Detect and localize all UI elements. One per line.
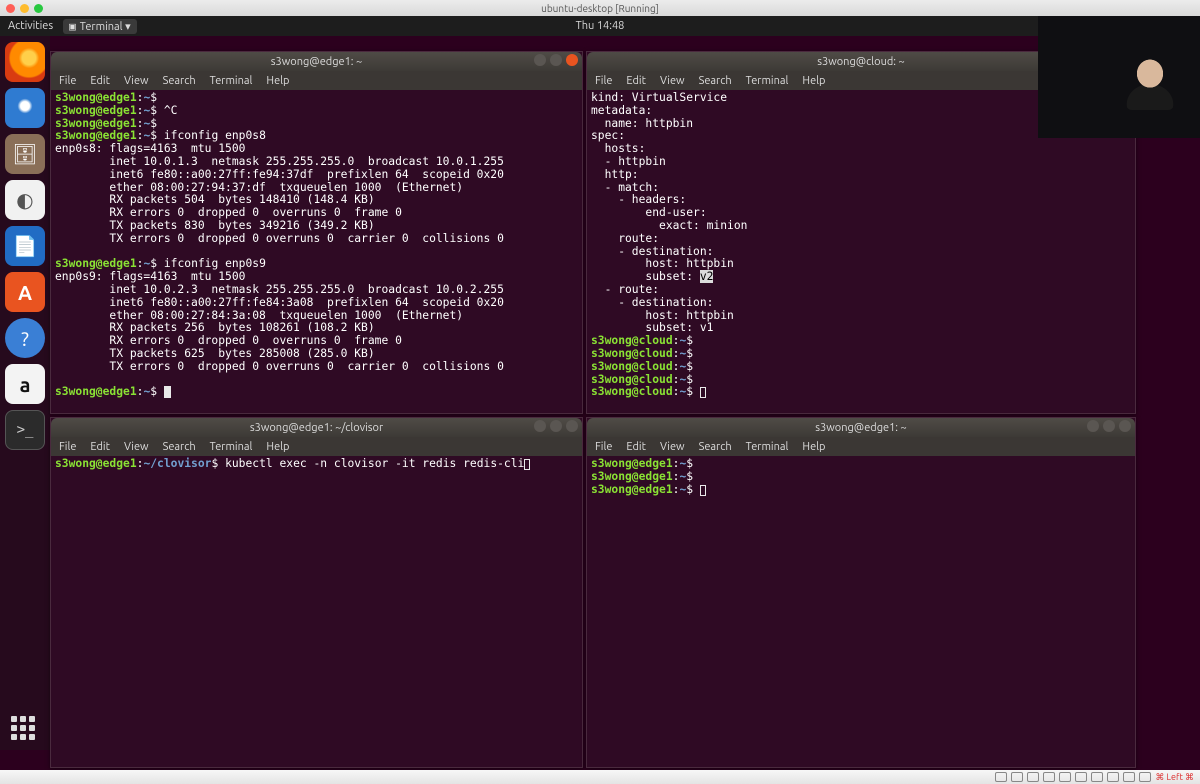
maximize-icon[interactable]: [550, 420, 562, 432]
menu-view[interactable]: View: [124, 75, 149, 87]
vbox-network-icon[interactable]: [1043, 772, 1055, 782]
terminal-body[interactable]: kind: VirtualService metadata: name: htt…: [587, 90, 1135, 413]
menu-file[interactable]: File: [595, 75, 612, 87]
help-icon[interactable]: ?: [5, 318, 45, 358]
terminal-menubar: File Edit View Search Terminal Help: [587, 437, 1135, 456]
menu-search[interactable]: Search: [699, 441, 732, 453]
menu-search[interactable]: Search: [163, 441, 196, 453]
menu-search[interactable]: Search: [699, 75, 732, 87]
window-title: s3wong@edge1: ~/clovisor: [250, 422, 383, 434]
maximize-icon[interactable]: [1103, 420, 1115, 432]
vbox-display-icon[interactable]: [1091, 772, 1103, 782]
presenter-webcam: [1038, 16, 1200, 138]
window-titlebar[interactable]: s3wong@edge1: ~: [51, 52, 582, 71]
minimize-icon[interactable]: [534, 420, 546, 432]
minimize-icon[interactable]: [534, 54, 546, 66]
close-icon[interactable]: [566, 420, 578, 432]
maximize-icon[interactable]: [550, 54, 562, 66]
vbox-hdd-icon[interactable]: [995, 772, 1007, 782]
terminal-window-edge1[interactable]: s3wong@edge1: ~ File Edit View Search Te…: [50, 51, 583, 414]
menu-edit[interactable]: Edit: [90, 441, 110, 453]
menu-terminal[interactable]: Terminal: [210, 441, 253, 453]
close-icon[interactable]: [1119, 420, 1131, 432]
apps-grid-icon: [11, 716, 39, 744]
terminal-window-edge1-b[interactable]: s3wong@edge1: ~ File Edit View Search Te…: [586, 417, 1136, 768]
menu-terminal[interactable]: Terminal: [210, 75, 253, 87]
clock[interactable]: Thu 14:48: [0, 20, 1200, 32]
menu-edit[interactable]: Edit: [626, 441, 646, 453]
menu-search[interactable]: Search: [163, 75, 196, 87]
rhythmbox-icon[interactable]: ◐: [5, 180, 45, 220]
menu-help[interactable]: Help: [802, 75, 825, 87]
window-titlebar[interactable]: s3wong@edge1: ~: [587, 418, 1135, 437]
menu-file[interactable]: File: [59, 441, 76, 453]
menu-terminal[interactable]: Terminal: [746, 441, 789, 453]
menu-help[interactable]: Help: [266, 75, 289, 87]
vbox-cpu-icon[interactable]: [1123, 772, 1135, 782]
close-icon[interactable]: [566, 54, 578, 66]
virtualbox-status-bar: ⌘ Left ⌘: [0, 770, 1200, 784]
libreoffice-writer-icon[interactable]: 📄: [5, 226, 45, 266]
vbox-mouse-icon[interactable]: [1139, 772, 1151, 782]
vbox-shared-folder-icon[interactable]: [1075, 772, 1087, 782]
menu-view[interactable]: View: [660, 441, 685, 453]
ubuntu-software-icon[interactable]: [5, 272, 45, 312]
terminal-icon: ▣: [69, 20, 76, 33]
terminal-icon[interactable]: >_: [5, 410, 45, 450]
vbox-recording-icon[interactable]: [1107, 772, 1119, 782]
menu-file[interactable]: File: [595, 441, 612, 453]
vbox-audio-icon[interactable]: [1027, 772, 1039, 782]
menu-help[interactable]: Help: [266, 441, 289, 453]
files-icon[interactable]: 🗄: [5, 134, 45, 174]
menu-help[interactable]: Help: [802, 441, 825, 453]
menu-edit[interactable]: Edit: [626, 75, 646, 87]
vbox-hostkey-indicator: ⌘ Left ⌘: [1155, 772, 1194, 783]
show-applications-button[interactable]: [0, 716, 50, 744]
app-menu-label: Terminal ▾: [80, 20, 131, 33]
menu-edit[interactable]: Edit: [90, 75, 110, 87]
thunderbird-icon[interactable]: [5, 88, 45, 128]
launcher-dock: 🗄 ◐ 📄 ? a >_: [0, 36, 50, 750]
vbox-usb-icon[interactable]: [1059, 772, 1071, 782]
minimize-icon[interactable]: [1087, 420, 1099, 432]
activities-button[interactable]: Activities: [8, 20, 53, 32]
window-title: s3wong@edge1: ~: [271, 56, 362, 68]
host-titlebar: ubuntu-desktop [Running]: [0, 0, 1200, 16]
guest-desktop: Activities ▣ Terminal ▾ Thu 14:48 🗄 ◐ 📄 …: [0, 16, 1200, 770]
terminal-body[interactable]: s3wong@edge1:~$ s3wong@edge1:~$ s3wong@e…: [587, 456, 1135, 767]
window-title: s3wong@edge1: ~: [815, 422, 906, 434]
terminal-window-clovisor[interactable]: s3wong@edge1: ~/clovisor File Edit View …: [50, 417, 583, 768]
vbox-optical-icon[interactable]: [1011, 772, 1023, 782]
amazon-icon[interactable]: a: [5, 364, 45, 404]
app-menu[interactable]: ▣ Terminal ▾: [63, 19, 136, 34]
menu-view[interactable]: View: [124, 441, 149, 453]
terminal-body[interactable]: s3wong@edge1:~$ s3wong@edge1:~$ ^C s3won…: [51, 90, 582, 413]
firefox-icon[interactable]: [5, 42, 45, 82]
terminal-body[interactable]: s3wong@edge1:~/clovisor$ kubectl exec -n…: [51, 456, 582, 767]
gnome-top-bar: Activities ▣ Terminal ▾ Thu 14:48: [0, 16, 1200, 36]
menu-file[interactable]: File: [59, 75, 76, 87]
terminal-menubar: File Edit View Search Terminal Help: [51, 437, 582, 456]
window-title: s3wong@cloud: ~: [817, 56, 905, 68]
menu-view[interactable]: View: [660, 75, 685, 87]
terminal-menubar: File Edit View Search Terminal Help: [51, 71, 582, 90]
host-window-title: ubuntu-desktop [Running]: [0, 3, 1200, 14]
workarea: s3wong@edge1: ~ File Edit View Search Te…: [50, 36, 1200, 750]
menu-terminal[interactable]: Terminal: [746, 75, 789, 87]
window-titlebar[interactable]: s3wong@edge1: ~/clovisor: [51, 418, 582, 437]
